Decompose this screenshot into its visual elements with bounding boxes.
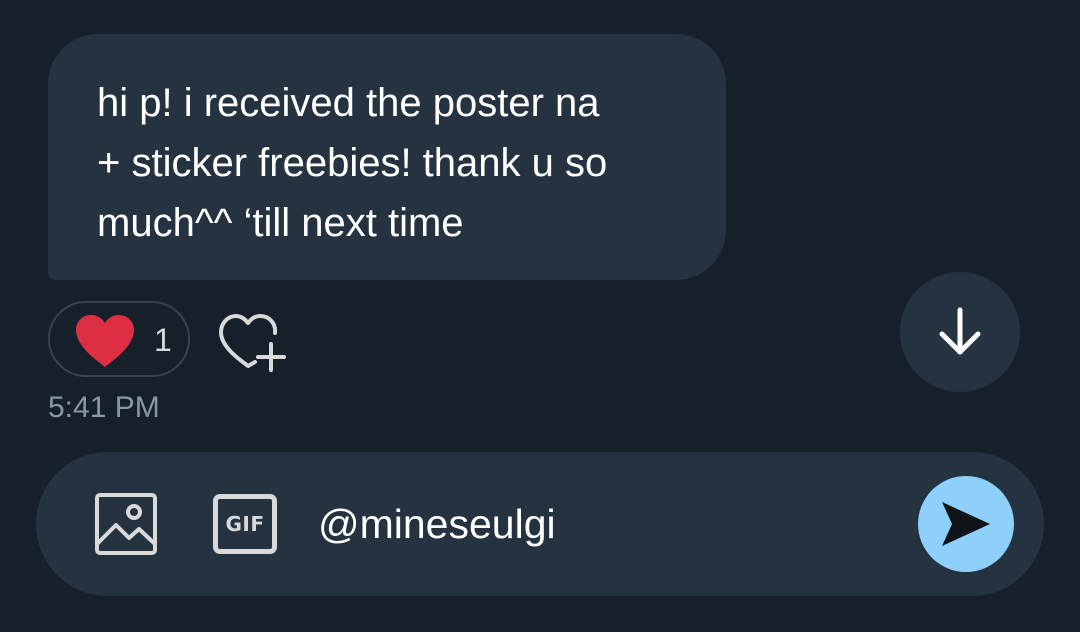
send-button[interactable] (918, 476, 1014, 572)
message-composer: GIF (36, 452, 1044, 596)
heart-reaction-pill[interactable]: 1 (48, 301, 190, 377)
heart-plus-icon (219, 314, 286, 372)
send-icon (942, 502, 990, 546)
scroll-to-bottom-button[interactable] (900, 272, 1020, 392)
add-reaction-button[interactable] (215, 308, 291, 374)
red-heart-emoji-icon (76, 315, 134, 367)
message-text: hi p! i received the poster na + sticker… (97, 81, 608, 245)
gif-button[interactable]: GIF (213, 494, 277, 554)
reaction-count: 1 (154, 322, 172, 358)
add-media-button[interactable] (94, 492, 158, 556)
image-icon (95, 493, 157, 555)
received-message-bubble[interactable]: hi p! i received the poster na + sticker… (48, 34, 726, 280)
message-timestamp: 5:41 PM (48, 391, 160, 424)
message-input[interactable] (318, 498, 878, 550)
arrow-down-icon (939, 307, 981, 355)
